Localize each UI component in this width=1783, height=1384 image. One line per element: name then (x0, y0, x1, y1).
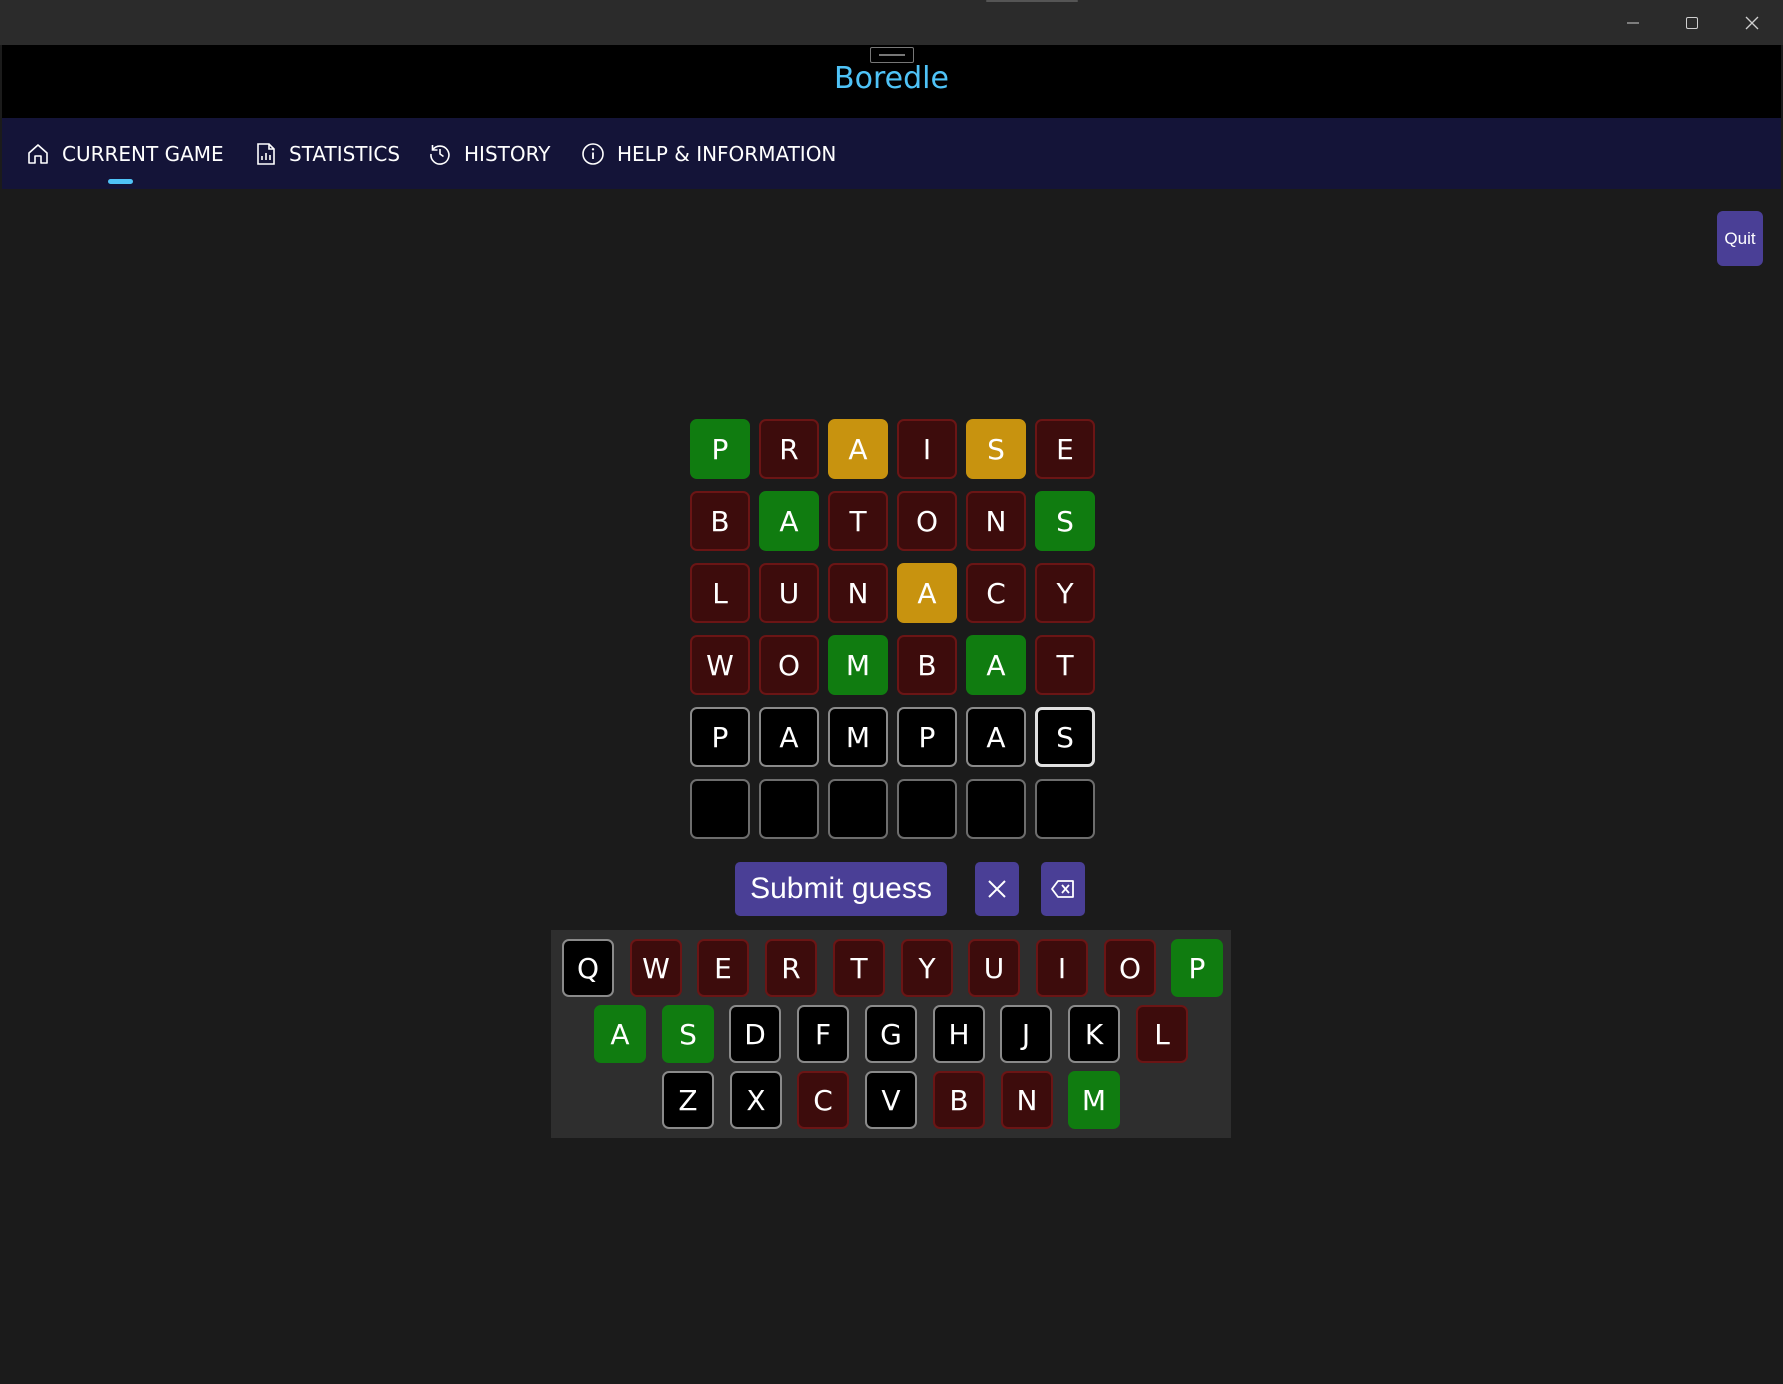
keyboard-key[interactable]: E (697, 939, 749, 997)
app-header: Boredle (2, 45, 1781, 118)
tab-label: STATISTICS (289, 141, 401, 166)
window-titlebar[interactable] (0, 0, 1783, 45)
board-tile: T (828, 491, 888, 551)
keyboard-key[interactable]: B (933, 1071, 985, 1129)
keyboard-key[interactable]: F (797, 1005, 849, 1063)
quit-button[interactable]: Quit (1717, 211, 1763, 266)
keyboard-key[interactable]: D (729, 1005, 781, 1063)
board-tile: B (690, 491, 750, 551)
app-title: Boredle (834, 61, 949, 96)
drag-handle[interactable] (986, 0, 1078, 2)
tab-label: CURRENT GAME (62, 141, 224, 166)
tab-label: HISTORY (464, 141, 551, 166)
close-window-button[interactable] (1722, 0, 1782, 45)
info-icon (582, 142, 604, 165)
board-tile: O (759, 635, 819, 695)
keyboard-key[interactable]: W (630, 939, 682, 997)
board-tile: E (1035, 419, 1095, 479)
nav-bar: CURRENT GAME STATISTICS HISTORY HELP & I… (2, 118, 1781, 189)
backspace-icon (1051, 880, 1074, 898)
minimize-button[interactable] (1603, 0, 1663, 45)
board-tile (1035, 779, 1095, 839)
keyboard-key[interactable]: Z (662, 1071, 714, 1129)
backspace-button[interactable] (1041, 862, 1085, 916)
keyboard-key[interactable]: V (865, 1071, 917, 1129)
keyboard-key[interactable]: J (1000, 1005, 1052, 1063)
maximize-icon (1686, 16, 1698, 29)
active-tab-indicator (108, 179, 133, 184)
board-tile: A (759, 491, 819, 551)
board-tile: A (966, 635, 1026, 695)
keyboard-key[interactable]: S (662, 1005, 714, 1063)
close-icon (988, 880, 1006, 898)
board-tile (759, 779, 819, 839)
keyboard-key[interactable]: G (865, 1005, 917, 1063)
minimize-icon (1627, 22, 1639, 23)
board-tile: P (690, 707, 750, 767)
board-tile: Y (1035, 563, 1095, 623)
board-tile: I (897, 419, 957, 479)
clear-guess-button[interactable] (975, 862, 1019, 916)
board-tile: T (1035, 635, 1095, 695)
keyboard-key[interactable]: I (1036, 939, 1088, 997)
board-tile: R (759, 419, 819, 479)
keyboard-key[interactable]: L (1136, 1005, 1188, 1063)
keyboard-key[interactable]: R (765, 939, 817, 997)
board-tile: A (828, 419, 888, 479)
home-icon (28, 143, 48, 164)
board-tile (690, 779, 750, 839)
keyboard-key[interactable]: T (833, 939, 885, 997)
tab-help-information[interactable]: HELP & INFORMATION (581, 118, 836, 189)
board-tile: S (1035, 491, 1095, 551)
keyboard-key[interactable]: N (1001, 1071, 1053, 1129)
keyboard-key[interactable]: O (1104, 939, 1156, 997)
maximize-button[interactable] (1662, 0, 1722, 45)
board-tile: P (897, 707, 957, 767)
keyboard-key[interactable]: P (1171, 939, 1223, 997)
tab-label: HELP & INFORMATION (617, 141, 837, 166)
board-tile: S (966, 419, 1026, 479)
board-tile: B (897, 635, 957, 695)
submit-guess-button[interactable]: Submit guess (735, 862, 947, 916)
on-screen-keyboard: QWERTYUIOP ASDFGHJKL ZXCVBNM (551, 930, 1231, 1138)
board-tile: A (759, 707, 819, 767)
board-tile: M (828, 707, 888, 767)
keyboard-key[interactable]: H (933, 1005, 985, 1063)
board-tile (897, 779, 957, 839)
close-icon (1745, 16, 1759, 29)
board-tile: C (966, 563, 1026, 623)
keyboard-key[interactable]: C (797, 1071, 849, 1129)
board-tile: U (759, 563, 819, 623)
keyboard-key[interactable]: K (1068, 1005, 1120, 1063)
keyboard-key[interactable]: X (730, 1071, 782, 1129)
board-tile: M (828, 635, 888, 695)
board-tile (966, 779, 1026, 839)
board-tile: W (690, 635, 750, 695)
keyboard-key[interactable]: Y (901, 939, 953, 997)
board-tile (828, 779, 888, 839)
board-tile: O (897, 491, 957, 551)
board-tile: N (966, 491, 1026, 551)
report-icon (257, 142, 275, 165)
tab-statistics[interactable]: STATISTICS (255, 118, 400, 189)
history-icon (430, 144, 450, 165)
board-tile: S (1035, 707, 1095, 767)
board-tile: N (828, 563, 888, 623)
keyboard-key[interactable]: A (594, 1005, 646, 1063)
keyboard-key[interactable]: M (1068, 1071, 1120, 1129)
board-tile: L (690, 563, 750, 623)
board-tile: P (690, 419, 750, 479)
board-tile: A (966, 707, 1026, 767)
board-tile: A (897, 563, 957, 623)
keyboard-key[interactable]: U (968, 939, 1020, 997)
tab-history[interactable]: HISTORY (428, 118, 550, 189)
keyboard-key[interactable]: Q (562, 939, 614, 997)
